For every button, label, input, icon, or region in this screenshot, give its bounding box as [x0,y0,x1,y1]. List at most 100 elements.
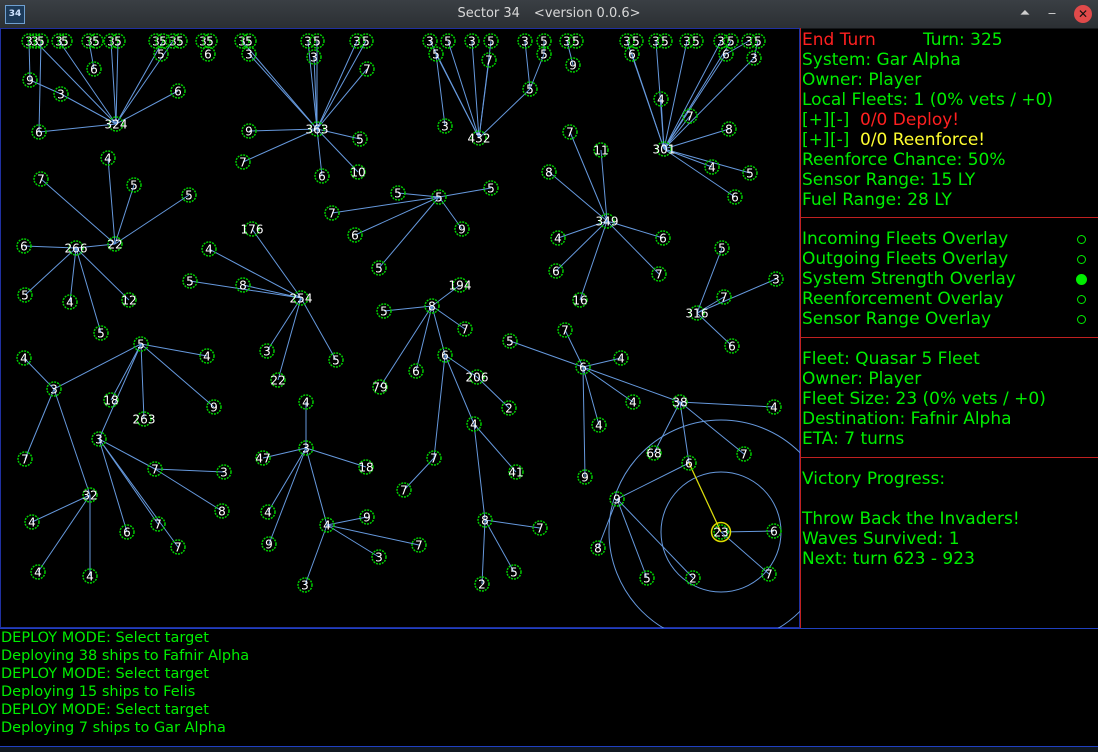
overlay-reenforcement-label[interactable]: Reenforcement Overlay [802,289,1004,309]
star-system[interactable]: 5 [502,333,518,349]
star-system[interactable]: 2 [685,570,701,586]
star-system[interactable]: 3 [46,381,62,397]
star-system[interactable]: 4 [62,294,78,310]
overlay-strength-label[interactable]: System Strength Overlay [802,269,1016,289]
reenforce-plus-button[interactable]: [+] [802,130,830,150]
star-system[interactable]: 9 [454,221,470,237]
star-system[interactable]: 7 [651,266,667,282]
star-system[interactable]: 7 [33,171,49,187]
star-system[interactable]: 5 [750,33,766,49]
star-system[interactable]: 7 [557,322,573,338]
star-system[interactable]: 3 [298,440,314,456]
star-system[interactable]: 6 [314,168,330,184]
star-system[interactable]: 3 [437,118,453,134]
star-system[interactable]: 5 [536,33,552,49]
star-system[interactable]: 7 [532,520,548,536]
star-system[interactable]: 7 [17,451,33,467]
star-system[interactable]: 9 [565,57,581,73]
star-system[interactable]: 9 [22,72,38,88]
star-system[interactable]: 7 [170,539,186,555]
star-system[interactable]: 5 [358,33,374,49]
star-system[interactable]: 5 [352,131,368,147]
star-system[interactable]: 4 [30,564,46,580]
star-system[interactable]: 4 [591,417,607,433]
star-system[interactable]: 5 [328,352,344,368]
close-button-icon[interactable]: ✕ [1074,5,1092,23]
star-system[interactable]: 9 [577,469,593,485]
star-system[interactable]: 6 [718,46,734,62]
star-system[interactable]: 38 [672,394,688,410]
star-system[interactable]: 4 [766,399,782,415]
reenforce-button[interactable]: 0/0 Reenforce! [860,130,985,150]
star-system[interactable]: 3 [297,577,313,593]
star-system[interactable]: 22 [107,236,123,252]
overlay-sensor-toggle[interactable] [1077,315,1086,324]
star-system[interactable]: 7 [359,61,375,77]
star-system[interactable]: 3 [259,343,275,359]
star-system[interactable]: 8 [541,164,557,180]
reenforce-minus-button[interactable]: [-] [830,130,849,150]
star-system[interactable]: 4 [100,150,116,166]
star-system[interactable]: 5 [371,260,387,276]
star-system[interactable]: 6 [408,363,424,379]
star-system[interactable]: 7 [716,289,732,305]
star-system[interactable]: 206 [466,369,489,385]
star-system[interactable]: 349 [596,213,619,229]
overlay-reenforcement-toggle[interactable] [1077,295,1086,304]
star-system[interactable]: 8 [721,121,737,137]
star-system[interactable]: 9 [206,399,222,415]
star-system[interactable]: 32 [82,487,98,503]
star-system[interactable]: 324 [105,116,128,132]
star-system[interactable]: 5 [714,240,730,256]
star-system[interactable]: 4 [24,514,40,530]
star-system[interactable]: 4 [613,350,629,366]
star-map-canvas[interactable]: 335 35 3 5 3 5 3 5 3 5 3 5 3 5 3 5 3 5 3 5 3 5 3 5 3 5 3 5 3 5 3 5 3 5 3 59… [1,29,801,629]
star-system[interactable]: 6 [31,124,47,140]
star-system[interactable]: 3 [53,86,69,102]
overlay-incoming-label[interactable]: Incoming Fleets Overlay [802,229,1008,249]
star-system[interactable]: 7 [150,516,166,532]
star-system[interactable]: 5 [657,33,673,49]
minimize-button-icon[interactable]: ‒ [1042,4,1062,24]
star-system[interactable]: 254 [290,290,313,306]
star-system[interactable]: 363 [306,121,329,137]
star-system[interactable]: 7 [411,537,427,553]
overlay-strength-toggle[interactable] [1076,274,1087,285]
end-turn-button[interactable]: End Turn [802,30,876,50]
star-system[interactable]: 4 [704,159,720,175]
star-system[interactable]: 3 [91,431,107,447]
star-system[interactable]: 5 [723,33,739,49]
star-system[interactable]: 5 [126,177,142,193]
star-system[interactable]: 4 [82,568,98,584]
star-system[interactable]: 2 [474,576,490,592]
window-titlebar[interactable]: 34 Sector 34 <version 0.0.6> ⏶ ‒ ✕ [0,0,1098,29]
star-system[interactable]: 3 [768,271,784,287]
star-system[interactable]: 6 [200,46,216,62]
star-system[interactable]: 6 [575,359,591,375]
overlay-sensor-label[interactable]: Sensor Range Overlay [802,309,991,329]
star-system[interactable]: 23 [710,521,732,543]
star-system[interactable]: 5 [639,570,655,586]
star-system[interactable]: 5 [309,33,325,49]
star-system[interactable]: 8 [214,503,230,519]
star-system[interactable]: 12 [121,292,137,308]
star-system[interactable]: 6 [119,524,135,540]
star-system[interactable]: 10 [350,164,366,180]
star-system[interactable]: 7 [324,205,340,221]
star-system[interactable]: 4 [625,394,641,410]
star-system[interactable]: 7 [736,446,752,462]
star-system[interactable]: 3 [422,33,438,49]
star-system[interactable]: 5 [742,165,758,181]
star-system[interactable]: 6 [655,230,671,246]
star-system[interactable]: 9 [261,536,277,552]
star-system[interactable]: 266 [65,240,88,256]
star-system[interactable]: 6 [86,61,102,77]
star-system[interactable]: 18 [358,459,374,475]
deploy-button[interactable]: 0/0 Deploy! [860,110,959,130]
overlay-incoming-toggle[interactable] [1077,235,1086,244]
shade-button-icon[interactable]: ⏶ [1015,4,1035,24]
star-system[interactable]: 16 [572,292,588,308]
deploy-plus-button[interactable]: [+] [802,110,830,130]
star-system[interactable]: 2 [501,400,517,416]
star-system[interactable]: 3 [746,50,762,66]
